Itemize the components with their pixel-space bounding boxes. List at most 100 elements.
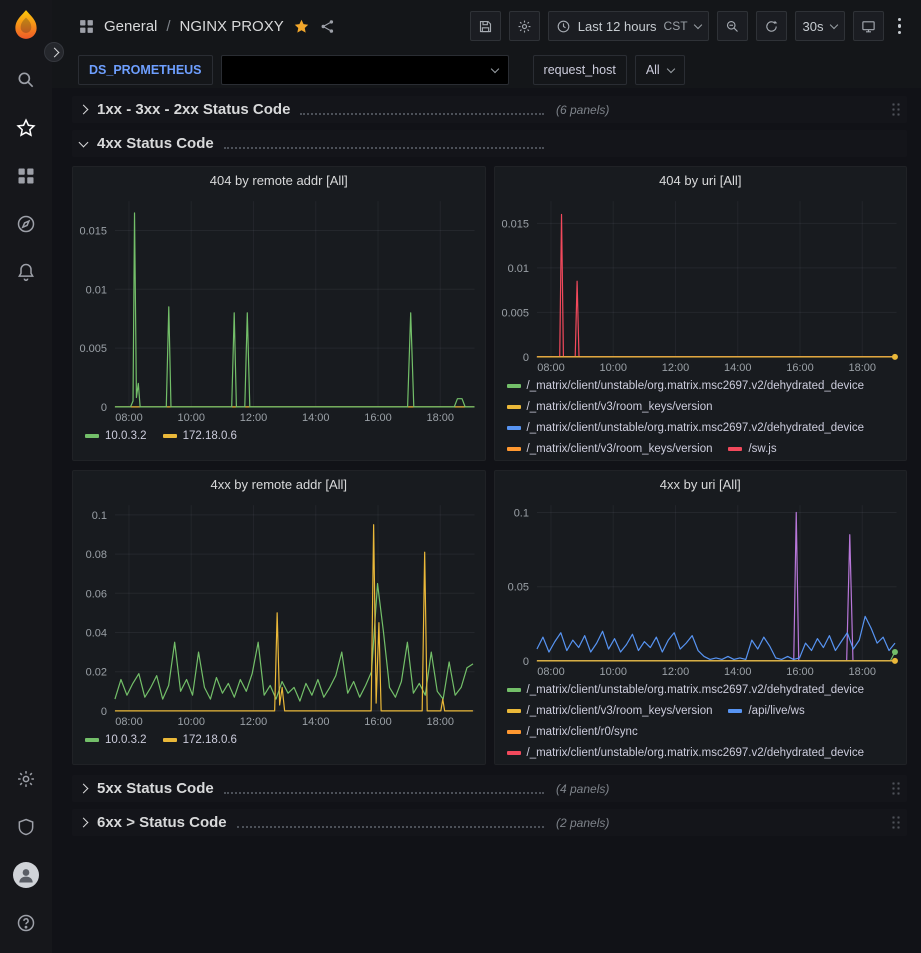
dashboard-canvas: 1xx - 3xx - 2xx Status Code (6 panels) 4… <box>52 88 921 953</box>
grafana-logo-icon[interactable] <box>9 8 43 42</box>
dashboard-apps-icon <box>78 18 95 35</box>
sidebar-item-help[interactable] <box>0 899 52 947</box>
sidebar-item-profile[interactable] <box>0 851 52 899</box>
shield-icon <box>16 817 36 837</box>
save-dashboard-button[interactable] <box>470 11 501 41</box>
legend-item[interactable]: /_matrix/client/v3/room_keys/version <box>507 703 713 719</box>
legend-item[interactable]: /_matrix/client/v3/room_keys/version <box>507 399 713 415</box>
sidebar-item-starred[interactable] <box>0 104 52 152</box>
time-range-picker[interactable]: Last 12 hours CST <box>548 11 709 41</box>
sidebar-item-explore[interactable] <box>0 200 52 248</box>
chevron-right-icon <box>79 105 89 115</box>
tv-mode-button[interactable] <box>853 11 884 41</box>
variable-label-ds-prometheus: DS_PROMETHEUS <box>78 55 213 85</box>
svg-text:08:00: 08:00 <box>115 412 142 424</box>
apps-grid-icon <box>16 166 36 186</box>
sidebar-item-configuration[interactable] <box>0 755 52 803</box>
panel-legend: /_matrix/client/unstable/org.matrix.msc2… <box>495 679 907 765</box>
panel-title[interactable]: 404 by uri [All] <box>495 167 907 193</box>
time-series-chart[interactable]: 08:0010:0012:0014:0016:0018:0000.0050.01… <box>495 193 907 375</box>
legend-swatch <box>85 434 99 438</box>
legend-label: 10.0.3.2 <box>105 732 147 748</box>
panel-4xx-by-remote-addr: 4xx by remote addr [All] 08:0010:0012:00… <box>72 470 486 765</box>
legend-item[interactable]: /_matrix/client/unstable/org.matrix.msc2… <box>507 682 865 698</box>
svg-text:0.1: 0.1 <box>513 508 528 520</box>
legend-item[interactable]: /_matrix/client/unstable/org.matrix.msc2… <box>507 420 865 436</box>
legend-item[interactable]: /api/live/ws <box>728 703 804 719</box>
row-drag-handle[interactable] <box>891 102 901 117</box>
panel-title[interactable]: 4xx by uri [All] <box>495 471 907 497</box>
monitor-icon <box>861 19 876 34</box>
refresh-interval-dropdown[interactable]: 30s <box>795 11 845 41</box>
legend-item[interactable]: 10.0.3.2 <box>85 732 147 748</box>
svg-text:0.01: 0.01 <box>86 284 107 296</box>
legend-item[interactable]: /_matrix/client/v3/room_keys/version <box>507 441 713 457</box>
svg-text:18:00: 18:00 <box>427 716 454 728</box>
time-series-chart[interactable]: 08:0010:0012:0014:0016:0018:0000.050.1 <box>495 497 907 679</box>
legend-label: 172.18.0.6 <box>183 428 237 444</box>
legend-item[interactable]: /_matrix/client/unstable/org.matrix.msc2… <box>507 745 865 761</box>
dashboard-variables-bar: DS_PROMETHEUS request_host All <box>52 52 921 88</box>
legend-swatch <box>507 709 521 713</box>
svg-text:14:00: 14:00 <box>302 412 329 424</box>
svg-text:0: 0 <box>101 706 107 718</box>
legend-item[interactable]: 10.0.3.2 <box>85 428 147 444</box>
row-1xx-3xx-2xx[interactable]: 1xx - 3xx - 2xx Status Code (6 panels) <box>72 96 907 123</box>
legend-swatch <box>507 730 521 734</box>
variable-value-ds-prometheus-dropdown[interactable] <box>221 55 509 85</box>
row-panel-count: (4 panels) <box>556 782 609 796</box>
svg-text:0.01: 0.01 <box>507 263 528 275</box>
main-area: General / NGINX PROXY L <box>52 0 921 953</box>
legend-label: /_matrix/client/unstable/org.matrix.msc2… <box>527 682 865 698</box>
row-header: 1xx - 3xx - 2xx Status Code <box>76 101 546 118</box>
sidebar-item-search[interactable] <box>0 56 52 104</box>
row-drag-handle[interactable] <box>891 781 901 796</box>
panels-grid: 404 by remote addr [All] 08:00 10:00 12:00… <box>72 166 907 765</box>
svg-text:10:00: 10:00 <box>177 412 204 424</box>
row-6xx[interactable]: 6xx > Status Code (2 panels) <box>72 809 907 836</box>
kebab-menu-button[interactable] <box>892 18 908 35</box>
row-drag-handle[interactable] <box>891 815 901 830</box>
legend-item[interactable]: 172.18.0.6 <box>163 428 237 444</box>
svg-text:14:00: 14:00 <box>302 716 329 728</box>
chevron-down-icon <box>79 137 89 147</box>
variable-value-text: All <box>646 63 660 77</box>
variable-value-request-host-dropdown[interactable]: All <box>635 55 685 85</box>
share-icon <box>319 18 336 35</box>
legend-item[interactable]: /_matrix/client/unstable/org.matrix.msc2… <box>507 378 865 394</box>
svg-text:16:00: 16:00 <box>364 412 391 424</box>
sidebar-item-alerting[interactable] <box>0 248 52 296</box>
svg-text:12:00: 12:00 <box>661 666 688 678</box>
panel-404-by-uri: 404 by uri [All] 08:0010:0012:0014:0016:… <box>494 166 908 461</box>
zoom-out-button[interactable] <box>717 11 748 41</box>
panel-title[interactable]: 4xx by remote addr [All] <box>73 471 485 497</box>
panel-title[interactable]: 404 by remote addr [All] <box>73 167 485 193</box>
favorite-star-button[interactable] <box>293 18 310 35</box>
svg-text:10:00: 10:00 <box>177 716 204 728</box>
refresh-button[interactable] <box>756 11 787 41</box>
dashboard-settings-button[interactable] <box>509 11 540 41</box>
svg-text:12:00: 12:00 <box>661 362 688 374</box>
legend-item[interactable]: /sw.js <box>728 441 776 457</box>
svg-text:0.005: 0.005 <box>501 307 528 319</box>
svg-text:0: 0 <box>522 656 528 668</box>
time-series-chart[interactable]: 08:0010:0012:0014:0016:0018:0000.020.040… <box>73 497 485 729</box>
row-4xx[interactable]: 4xx Status Code <box>72 130 907 157</box>
row-header: 6xx > Status Code <box>76 814 546 831</box>
share-dashboard-button[interactable] <box>319 18 336 35</box>
legend-item[interactable]: /_matrix/client/r0/sync <box>507 724 638 740</box>
search-icon <box>16 70 36 90</box>
sidebar-item-server-admin[interactable] <box>0 803 52 851</box>
svg-text:0.06: 0.06 <box>86 588 107 600</box>
breadcrumb-folder[interactable]: General <box>104 18 157 35</box>
chevron-down-icon <box>666 64 674 72</box>
legend-item[interactable]: 172.18.0.6 <box>163 732 237 748</box>
legend-label: /sw.js <box>748 441 776 457</box>
clock-icon <box>556 19 571 34</box>
page-title: NGINX PROXY <box>180 18 284 35</box>
row-5xx[interactable]: 5xx Status Code (4 panels) <box>72 775 907 802</box>
time-series-chart[interactable]: 08:0010:0012:0014:0016:0018:0000.0050.01… <box>73 193 485 425</box>
sidebar-expand-button[interactable] <box>44 42 64 62</box>
legend-swatch <box>507 688 521 692</box>
sidebar-item-dashboards[interactable] <box>0 152 52 200</box>
